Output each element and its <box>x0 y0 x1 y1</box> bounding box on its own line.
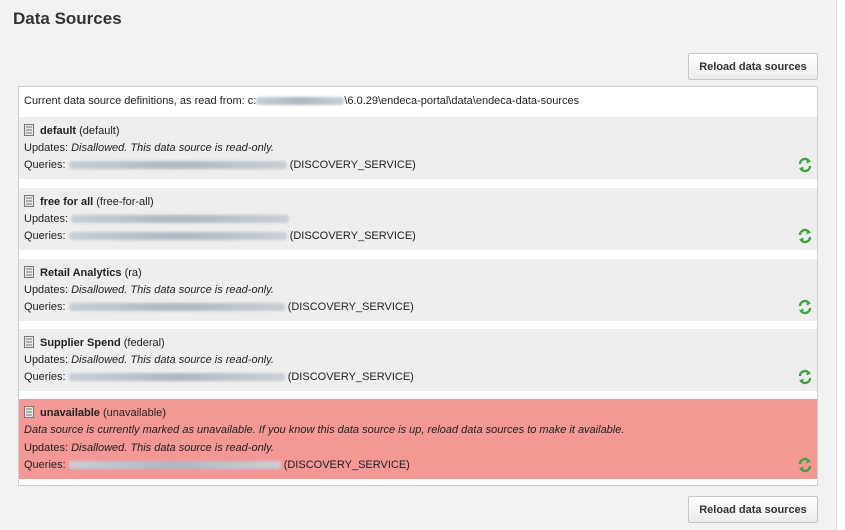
queries-label: Queries: <box>24 459 66 471</box>
updates-line: Updates: <box>24 213 290 225</box>
refresh-icon[interactable] <box>797 369 813 385</box>
data-source-item-unavailable: unavailable (unavailable) Data source is… <box>19 399 817 479</box>
updates-line: Updates: Disallowed. This data source is… <box>24 442 274 454</box>
data-source-item: free for all (free-for-all) Updates: Que… <box>19 188 817 250</box>
service-type: (DISCOVERY_SERVICE) <box>287 371 414 383</box>
updates-label: Updates: <box>24 354 69 366</box>
definitions-line: Current data source definitions, as read… <box>24 95 579 107</box>
data-source-item: Retail Analytics (ra) Updates: Disallowe… <box>19 259 817 321</box>
queries-label: Queries: <box>24 159 66 171</box>
database-icon <box>24 266 34 278</box>
queries-label: Queries: <box>24 301 66 313</box>
database-icon <box>24 124 34 136</box>
database-icon <box>24 336 34 348</box>
refresh-icon[interactable] <box>797 299 813 315</box>
queries-label: Queries: <box>24 230 66 242</box>
right-edge <box>836 0 845 530</box>
source-name: unavailable <box>40 407 100 419</box>
source-id: (federal) <box>123 337 165 349</box>
source-title-line: Retail Analytics (ra) <box>24 266 142 279</box>
refresh-icon[interactable] <box>797 457 813 473</box>
source-title-line: Supplier Spend (federal) <box>24 336 165 349</box>
source-id: (ra) <box>124 267 142 279</box>
queries-line: Queries: (DISCOVERY_SERVICE) <box>24 459 410 471</box>
data-source-item: Supplier Spend (federal) Updates: Disall… <box>19 329 817 391</box>
service-type: (DISCOVERY_SERVICE) <box>283 459 410 471</box>
updates-label: Updates: <box>24 213 69 225</box>
refresh-icon[interactable] <box>797 157 813 173</box>
redacted-host <box>68 373 285 382</box>
queries-label: Queries: <box>24 371 66 383</box>
queries-line: Queries: (DISCOVERY_SERVICE) <box>24 230 416 242</box>
redacted-host <box>71 215 290 224</box>
page-title: Data Sources <box>13 9 122 28</box>
queries-line: Queries: (DISCOVERY_SERVICE) <box>24 301 414 313</box>
data-source-item: default (default) Updates: Disallowed. T… <box>19 117 817 179</box>
source-name: Supplier Spend <box>40 337 121 349</box>
service-type: (DISCOVERY_SERVICE) <box>289 159 416 171</box>
redacted-host <box>68 461 281 470</box>
redacted-path <box>256 97 345 106</box>
updates-value: Disallowed. This data source is read-onl… <box>71 442 274 454</box>
redacted-host <box>68 232 287 241</box>
source-title-line: unavailable (unavailable) <box>24 406 166 419</box>
reload-data-sources-button-top[interactable]: Reload data sources <box>688 53 818 80</box>
unavailable-warning: Data source is currently marked as unava… <box>24 424 624 436</box>
source-title-line: default (default) <box>24 124 119 137</box>
definitions-suffix: \6.0.29\endeca-portal\data\endeca-data-s… <box>344 95 580 107</box>
updates-label: Updates: <box>24 442 69 454</box>
database-icon <box>24 195 34 207</box>
updates-value: Disallowed. This data source is read-onl… <box>71 284 274 296</box>
service-type: (DISCOVERY_SERVICE) <box>289 230 416 242</box>
queries-line: Queries: (DISCOVERY_SERVICE) <box>24 159 416 171</box>
warning-text: Data source is currently marked as unava… <box>24 424 625 436</box>
updates-line: Updates: Disallowed. This data source is… <box>24 142 274 154</box>
service-type: (DISCOVERY_SERVICE) <box>287 301 414 313</box>
updates-label: Updates: <box>24 284 69 296</box>
source-id: (default) <box>79 125 120 137</box>
data-sources-panel: Current data source definitions, as read… <box>18 86 818 486</box>
database-icon <box>24 406 34 418</box>
updates-line: Updates: Disallowed. This data source is… <box>24 284 274 296</box>
source-id: (unavailable) <box>102 407 166 419</box>
reload-data-sources-button-bottom[interactable]: Reload data sources <box>688 496 818 523</box>
source-id: (free-for-all) <box>96 196 154 208</box>
definitions-prefix: Current data source definitions, as read… <box>24 95 257 107</box>
queries-line: Queries: (DISCOVERY_SERVICE) <box>24 371 414 383</box>
updates-value: Disallowed. This data source is read-onl… <box>71 142 274 154</box>
redacted-host <box>68 303 285 312</box>
updates-line: Updates: Disallowed. This data source is… <box>24 354 274 366</box>
source-title-line: free for all (free-for-all) <box>24 195 154 208</box>
updates-value: Disallowed. This data source is read-onl… <box>71 354 274 366</box>
refresh-icon[interactable] <box>797 228 813 244</box>
updates-label: Updates: <box>24 142 69 154</box>
source-name: default <box>40 125 77 137</box>
source-name: free for all <box>40 196 94 208</box>
redacted-host <box>68 161 287 170</box>
source-name: Retail Analytics <box>40 267 122 279</box>
